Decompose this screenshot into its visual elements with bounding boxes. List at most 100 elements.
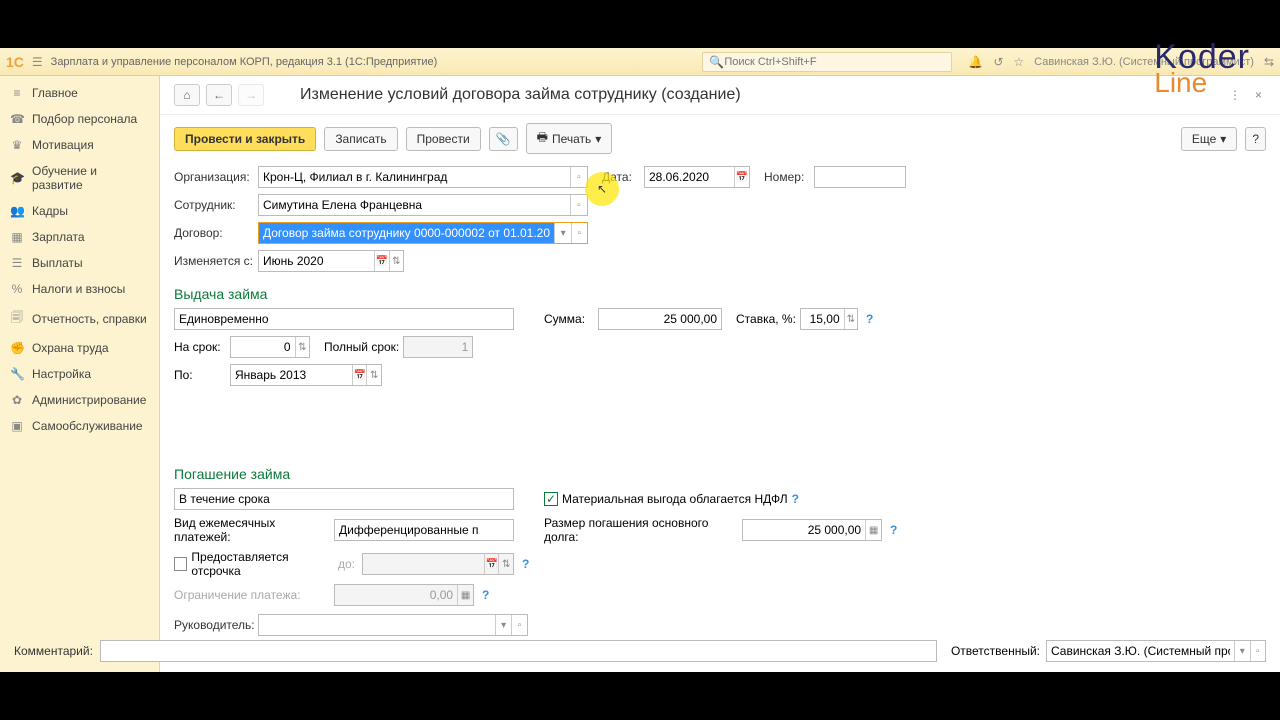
- issue-mode-field[interactable]: [174, 308, 514, 330]
- stepper-icon[interactable]: ⇅: [366, 365, 381, 385]
- chevron-down-icon[interactable]: ▾: [554, 223, 570, 243]
- app-topbar: 1C ☰ Зарплата и управление персоналом КО…: [0, 48, 1280, 76]
- app-logo: 1C: [6, 54, 24, 70]
- calendar-icon[interactable]: 📅: [374, 251, 388, 271]
- limit-label: Ограничение платежа:: [174, 588, 330, 602]
- payment-type-field[interactable]: [334, 519, 514, 541]
- close-icon[interactable]: ×: [1251, 86, 1266, 104]
- search-input[interactable]: [724, 56, 945, 68]
- sidebar-item-admin[interactable]: ✿Администрирование: [0, 387, 159, 413]
- back-button[interactable]: ←: [206, 84, 232, 106]
- open-icon[interactable]: ▫: [511, 615, 527, 635]
- date-label: Дата:: [602, 170, 640, 184]
- crown-icon: ♛: [10, 138, 24, 152]
- sum-field[interactable]: [598, 308, 722, 330]
- sidebar: ≡Главное ☎Подбор персонала ♛Мотивация 🎓О…: [0, 76, 160, 672]
- open-icon[interactable]: ▫: [571, 223, 587, 243]
- defer-to-field: 📅⇅: [362, 553, 514, 575]
- user-label[interactable]: Савинская З.Ю. (Системный программист): [1034, 56, 1254, 68]
- date-field[interactable]: 📅: [644, 166, 750, 188]
- employee-label: Сотрудник:: [174, 198, 254, 212]
- sidebar-item-training[interactable]: 🎓Обучение и развитие: [0, 158, 159, 198]
- box-icon: ▣: [10, 419, 24, 433]
- contract-field[interactable]: ▾▫: [258, 222, 588, 244]
- sidebar-item-safety[interactable]: ✊Охрана труда: [0, 335, 159, 361]
- sidebar-item-main[interactable]: ≡Главное: [0, 80, 159, 106]
- forward-button[interactable]: →: [238, 84, 264, 106]
- print-icon: 🖶: [537, 128, 548, 149]
- options-icon[interactable]: ⋮: [1225, 86, 1245, 104]
- manager-label: Руководитель:: [174, 618, 254, 632]
- help-icon[interactable]: ?: [792, 492, 799, 506]
- search-box[interactable]: 🔍: [702, 52, 952, 72]
- until-field[interactable]: 📅⇅: [230, 364, 382, 386]
- repay-size-field[interactable]: ▦: [742, 519, 882, 541]
- stepper-icon[interactable]: ⇅: [295, 337, 309, 357]
- rate-field[interactable]: ⇅: [800, 308, 858, 330]
- term-label: На срок:: [174, 340, 226, 354]
- bell-icon[interactable]: 🔔: [968, 55, 983, 69]
- contract-label: Договор:: [174, 226, 254, 240]
- help-icon[interactable]: ?: [866, 312, 873, 326]
- home-button[interactable]: ⌂: [174, 84, 200, 106]
- help-icon[interactable]: ?: [482, 588, 489, 602]
- history-icon[interactable]: ↺: [993, 55, 1003, 69]
- post-button[interactable]: Провести: [406, 127, 481, 151]
- term-field[interactable]: ⇅: [230, 336, 310, 358]
- list-icon: ≡: [10, 86, 24, 100]
- repay-mode-field[interactable]: [174, 488, 514, 510]
- sidebar-item-reports[interactable]: 🗐Отчетность, справки: [0, 302, 159, 335]
- print-button[interactable]: 🖶Печать ▾: [526, 123, 613, 154]
- cap-icon: 🎓: [10, 171, 24, 185]
- settings-icon[interactable]: ⇆: [1264, 55, 1274, 69]
- employee-field[interactable]: ▫: [258, 194, 588, 216]
- calc-icon[interactable]: ▦: [865, 520, 881, 540]
- help-icon[interactable]: ?: [890, 523, 897, 537]
- open-icon[interactable]: ▫: [570, 195, 587, 215]
- calendar-icon[interactable]: 📅: [352, 365, 367, 385]
- sidebar-item-self[interactable]: ▣Самообслуживание: [0, 413, 159, 439]
- sidebar-item-motivation[interactable]: ♛Мотивация: [0, 132, 159, 158]
- sidebar-item-salary[interactable]: ▦Зарплата: [0, 224, 159, 250]
- sidebar-item-payments[interactable]: ☰Выплаты: [0, 250, 159, 276]
- open-icon[interactable]: ▫: [570, 167, 587, 187]
- sidebar-item-hr[interactable]: 👥Кадры: [0, 198, 159, 224]
- sidebar-item-taxes[interactable]: %Налоги и взносы: [0, 276, 159, 302]
- attach-button[interactable]: 📎: [489, 127, 518, 151]
- grid-icon: ▦: [10, 230, 24, 244]
- chevron-down-icon[interactable]: ▾: [495, 615, 511, 635]
- manager-field[interactable]: ▾▫: [258, 614, 528, 636]
- wrench-icon: 🔧: [10, 367, 24, 381]
- stepper-icon[interactable]: ⇅: [844, 309, 857, 329]
- docs-icon: 🗐: [10, 308, 24, 329]
- more-button[interactable]: Еще ▾: [1181, 127, 1237, 151]
- search-icon: 🔍: [709, 55, 724, 69]
- chevron-down-icon: ▾: [595, 132, 601, 146]
- star-icon[interactable]: ☆: [1013, 55, 1024, 69]
- number-field[interactable]: [814, 166, 906, 188]
- menu-icon[interactable]: ☰: [32, 55, 43, 69]
- chevron-down-icon[interactable]: ▾: [1234, 641, 1249, 661]
- comment-field[interactable]: [160, 640, 937, 662]
- sidebar-item-recruit[interactable]: ☎Подбор персонала: [0, 106, 159, 132]
- changes-field[interactable]: 📅⇅: [258, 250, 404, 272]
- org-field[interactable]: ▫: [258, 166, 588, 188]
- calendar-icon[interactable]: 📅: [734, 167, 749, 187]
- help-button[interactable]: ?: [1245, 127, 1266, 151]
- save-button[interactable]: Записать: [324, 127, 397, 151]
- gear-icon: ✿: [10, 393, 24, 407]
- open-icon[interactable]: ▫: [1250, 641, 1265, 661]
- sidebar-item-settings[interactable]: 🔧Настройка: [0, 361, 159, 387]
- benefit-checkbox[interactable]: ✓ Материальная выгода облагается НДФЛ ?: [544, 492, 799, 506]
- help-icon[interactable]: ?: [522, 557, 529, 571]
- post-and-close-button[interactable]: Провести и закрыть: [174, 127, 316, 151]
- responsible-field[interactable]: ▾▫: [1046, 640, 1266, 662]
- lines-icon: ☰: [10, 256, 24, 270]
- people-icon: 👥: [10, 204, 24, 218]
- stepper-icon: ⇅: [498, 554, 513, 574]
- checkbox-icon: ✓: [544, 492, 558, 506]
- until-label: По:: [174, 368, 226, 382]
- phone-icon: ☎: [10, 112, 24, 126]
- deferral-checkbox[interactable]: Предоставляется отсрочка: [174, 550, 334, 578]
- stepper-icon[interactable]: ⇅: [389, 251, 403, 271]
